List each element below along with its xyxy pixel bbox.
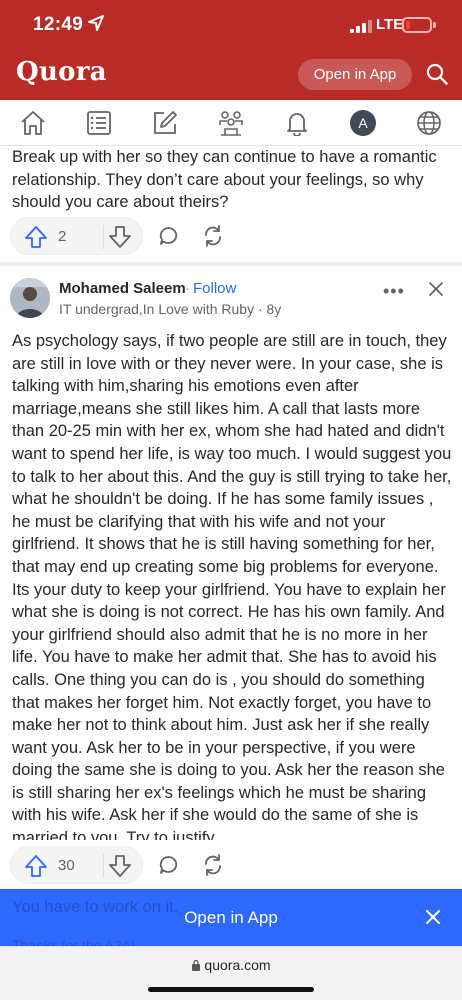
upvote-count: 2 [58, 228, 67, 245]
upvote-icon[interactable] [24, 854, 48, 878]
upvote-icon[interactable] [24, 225, 48, 249]
vote-pill: 2 [10, 217, 143, 255]
bell-icon[interactable] [282, 108, 312, 138]
more-options-button[interactable]: ••• [383, 281, 405, 302]
battery-tip [433, 22, 436, 28]
status-bar: 12:49 LTE [0, 0, 462, 52]
url-display[interactable]: quora.com [0, 957, 462, 973]
share-icon[interactable] [202, 854, 224, 876]
url-text: quora.com [204, 957, 271, 973]
cellular-signal-icon [350, 19, 372, 33]
home-indicator[interactable] [148, 987, 314, 992]
banner-open-in-app-label[interactable]: Open in App [0, 889, 462, 946]
name-separator: · [185, 280, 190, 297]
previous-answer-text: Break up with her so they can continue t… [12, 148, 437, 212]
close-icon[interactable] [426, 910, 440, 924]
close-icon[interactable] [428, 281, 444, 297]
vote-divider [103, 225, 104, 249]
vote-divider [103, 854, 104, 878]
downvote-icon[interactable] [108, 854, 132, 878]
vote-pill: 30 [10, 846, 143, 884]
battery-icon [402, 17, 432, 33]
author-credential: IT undergrad,In Love with Ruby · 8y [59, 301, 282, 317]
previous-answer-actions: 2 [10, 217, 250, 255]
share-icon[interactable] [202, 225, 224, 247]
edit-icon[interactable] [150, 108, 180, 138]
quora-logo[interactable]: Quora [16, 57, 107, 87]
author-avatar[interactable] [10, 278, 50, 318]
follow-button[interactable]: Follow [193, 280, 236, 297]
comment-icon[interactable] [158, 854, 180, 876]
navigation-bar: A [0, 100, 462, 146]
network-type: LTE [376, 16, 404, 33]
comment-icon[interactable] [158, 225, 180, 247]
answer-list-icon[interactable] [84, 108, 114, 138]
profile-avatar[interactable]: A [348, 108, 378, 138]
lock-icon [192, 959, 201, 971]
feed-separator [0, 262, 462, 266]
downvote-icon[interactable] [108, 225, 132, 249]
open-in-app-button[interactable]: Open in App [298, 59, 412, 90]
author-name[interactable]: Mohamed Saleem [59, 280, 186, 297]
status-time: 12:49 [33, 14, 84, 35]
open-in-app-banner[interactable]: You have to work on it. Thanks for the A… [0, 889, 462, 953]
location-arrow-icon [88, 15, 104, 31]
home-icon[interactable] [18, 108, 48, 138]
search-icon[interactable] [426, 63, 448, 85]
avatar-letter: A [350, 110, 376, 136]
browser-url-bar[interactable]: quora.com [0, 946, 462, 1000]
app-header: 12:49 LTE Quora Open in App [0, 0, 462, 100]
answer-body: As psychology says, if two people are st… [12, 332, 452, 840]
upvote-count: 30 [58, 857, 75, 874]
spaces-icon[interactable] [216, 108, 246, 138]
globe-icon[interactable] [414, 108, 444, 138]
answer-actions: 30 [10, 846, 250, 884]
